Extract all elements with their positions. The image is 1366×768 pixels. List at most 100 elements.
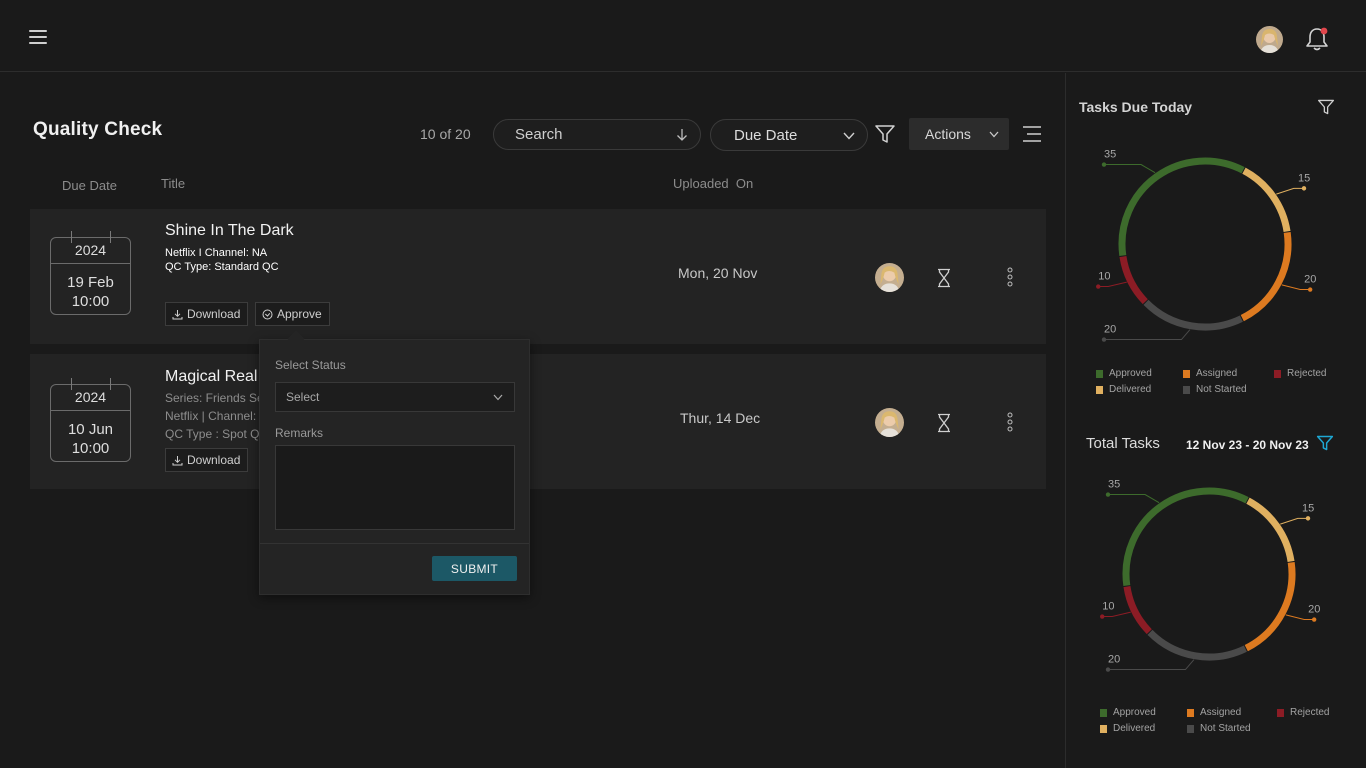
donut-slice-rejected	[1119, 255, 1148, 305]
sort-arrow-down-icon[interactable]	[676, 128, 688, 142]
leader-dot	[1301, 186, 1307, 191]
download-label: Download	[187, 307, 241, 321]
due-time: 10:00	[71, 293, 110, 310]
actions-dropdown-button[interactable]: Actions	[909, 118, 1009, 150]
data-label: 35	[1108, 479, 1120, 491]
chevron-down-icon	[843, 132, 855, 140]
download-button[interactable]: Download	[165, 448, 249, 472]
column-header-uploaded-on[interactable]: Uploaded On	[673, 176, 753, 191]
filter-icon[interactable]	[1317, 98, 1335, 116]
legend-rejected: Rejected	[1277, 707, 1329, 718]
due-year: 2024	[74, 389, 107, 405]
hamburger-menu-icon[interactable]	[29, 29, 47, 45]
column-header-title[interactable]: Title	[161, 176, 185, 191]
assignee-avatar[interactable]	[875, 263, 904, 292]
status-select-value: Select	[286, 390, 320, 404]
row-series: Series: Friends Se	[165, 391, 264, 405]
search-label: Search	[515, 126, 563, 143]
due-day: 10 Jun	[67, 421, 114, 438]
column-header-due-date[interactable]: Due Date	[62, 178, 117, 193]
data-label: 15	[1298, 172, 1310, 184]
download-button[interactable]: Download	[165, 302, 249, 326]
calendar-date-card: 2024 10 Jun 10:00	[50, 378, 131, 462]
row-title[interactable]: Shine In The Dark	[165, 222, 294, 240]
calendar-date-card: 2024 19 Feb 10:00	[50, 231, 131, 315]
remarks-textarea[interactable]	[275, 445, 515, 530]
leader-dot	[1101, 337, 1107, 342]
row-channel: Netflix | Channel:	[165, 409, 257, 423]
tasks-due-today-title: Tasks Due Today	[1079, 99, 1193, 115]
data-label: 35	[1104, 149, 1116, 161]
date-range: 12 Nov 23 - 20 Nov 23	[1186, 438, 1309, 452]
chevron-down-icon	[989, 131, 999, 138]
leader-dot	[1305, 516, 1311, 521]
legend-rejected: Rejected	[1274, 368, 1326, 379]
donut-slice-rejected	[1123, 585, 1152, 635]
search-input[interactable]: Search	[493, 119, 701, 150]
uploaded-date: Thur, 14 Dec	[680, 410, 761, 426]
legend-not-started: Not Started	[1187, 723, 1251, 734]
download-icon	[172, 455, 183, 465]
donut-slice-not-started	[1147, 629, 1247, 661]
approve-button[interactable]: Approve	[255, 302, 330, 326]
data-label: 15	[1302, 502, 1314, 514]
leader-line	[1285, 614, 1315, 621]
chevron-down-icon	[493, 394, 503, 401]
leader-dot	[1311, 617, 1317, 622]
due-time: 10:00	[71, 440, 110, 457]
tasks-due-today-donut-chart: 35 15 20 20 10	[1096, 149, 1316, 342]
leader-line	[1104, 164, 1156, 174]
notification-bell-icon[interactable]	[1305, 26, 1329, 52]
data-label: 20	[1108, 654, 1120, 666]
row-title[interactable]: Magical Real	[165, 368, 257, 386]
leader-line	[1280, 517, 1308, 525]
actions-label: Actions	[925, 126, 971, 142]
table-row[interactable]: 2024 10 Jun 10:00 Magical Real Series: F…	[30, 354, 1046, 489]
legend-approved: Approved	[1100, 707, 1156, 718]
more-options-icon[interactable]	[1006, 412, 1014, 432]
leader-line	[1098, 281, 1127, 288]
legend-assigned: Assigned	[1187, 707, 1241, 718]
remarks-label: Remarks	[275, 426, 324, 440]
leader-dot	[1105, 667, 1111, 672]
donut-slice-assigned	[1240, 231, 1292, 322]
sort-by-select[interactable]: Due Date	[710, 119, 868, 151]
filter-icon[interactable]	[874, 123, 896, 145]
download-icon	[172, 309, 183, 319]
assignee-avatar[interactable]	[875, 408, 904, 437]
legend-delivered: Delivered	[1100, 723, 1155, 734]
more-options-icon[interactable]	[1006, 267, 1014, 287]
sort-lines-icon[interactable]	[1021, 125, 1043, 143]
top-bar	[0, 0, 1366, 72]
total-tasks-title: Total Tasks	[1086, 435, 1160, 452]
user-avatar-icon[interactable]	[1256, 26, 1283, 53]
data-label: 20	[1304, 274, 1316, 286]
table-row[interactable]: 2024 19 Feb 10:00 Shine In The Dark Netf…	[30, 209, 1046, 344]
page-title: Quality Check	[33, 119, 163, 140]
leader-dot	[1307, 287, 1313, 292]
legend-approved: Approved	[1096, 368, 1152, 379]
status-select[interactable]: Select	[275, 382, 515, 412]
leader-line	[1108, 659, 1195, 671]
quality-check-main: Quality Check 10 of 20 Search Due Date A…	[3, 73, 1063, 768]
data-label: 10	[1098, 271, 1110, 283]
approve-check-icon	[262, 309, 273, 319]
data-label: 20	[1308, 604, 1320, 616]
leader-dot	[1096, 284, 1101, 289]
notification-dot	[1320, 27, 1328, 35]
legend-delivered: Delivered	[1096, 384, 1151, 395]
submit-button[interactable]: SUBMIT	[432, 556, 517, 581]
filter-icon[interactable]	[1316, 434, 1334, 452]
result-count: 10 of 20	[420, 126, 471, 142]
due-year: 2024	[74, 242, 107, 258]
total-tasks-donut-chart: 35 15 20 20 10	[1100, 479, 1320, 672]
select-status-label: Select Status	[275, 358, 346, 372]
donut-slice-delivered	[1246, 497, 1295, 563]
leader-dot	[1100, 614, 1105, 619]
uploaded-date: Mon, 20 Nov	[678, 265, 758, 281]
donut-slice-delivered	[1242, 167, 1291, 233]
download-label: Download	[187, 453, 241, 467]
data-label: 20	[1104, 324, 1116, 336]
row-qc-type: QC Type : Spot Q	[165, 427, 260, 441]
task-summary-panel: Tasks Due Today 35 15 20 20 10 Approved Assi…	[1065, 73, 1366, 768]
